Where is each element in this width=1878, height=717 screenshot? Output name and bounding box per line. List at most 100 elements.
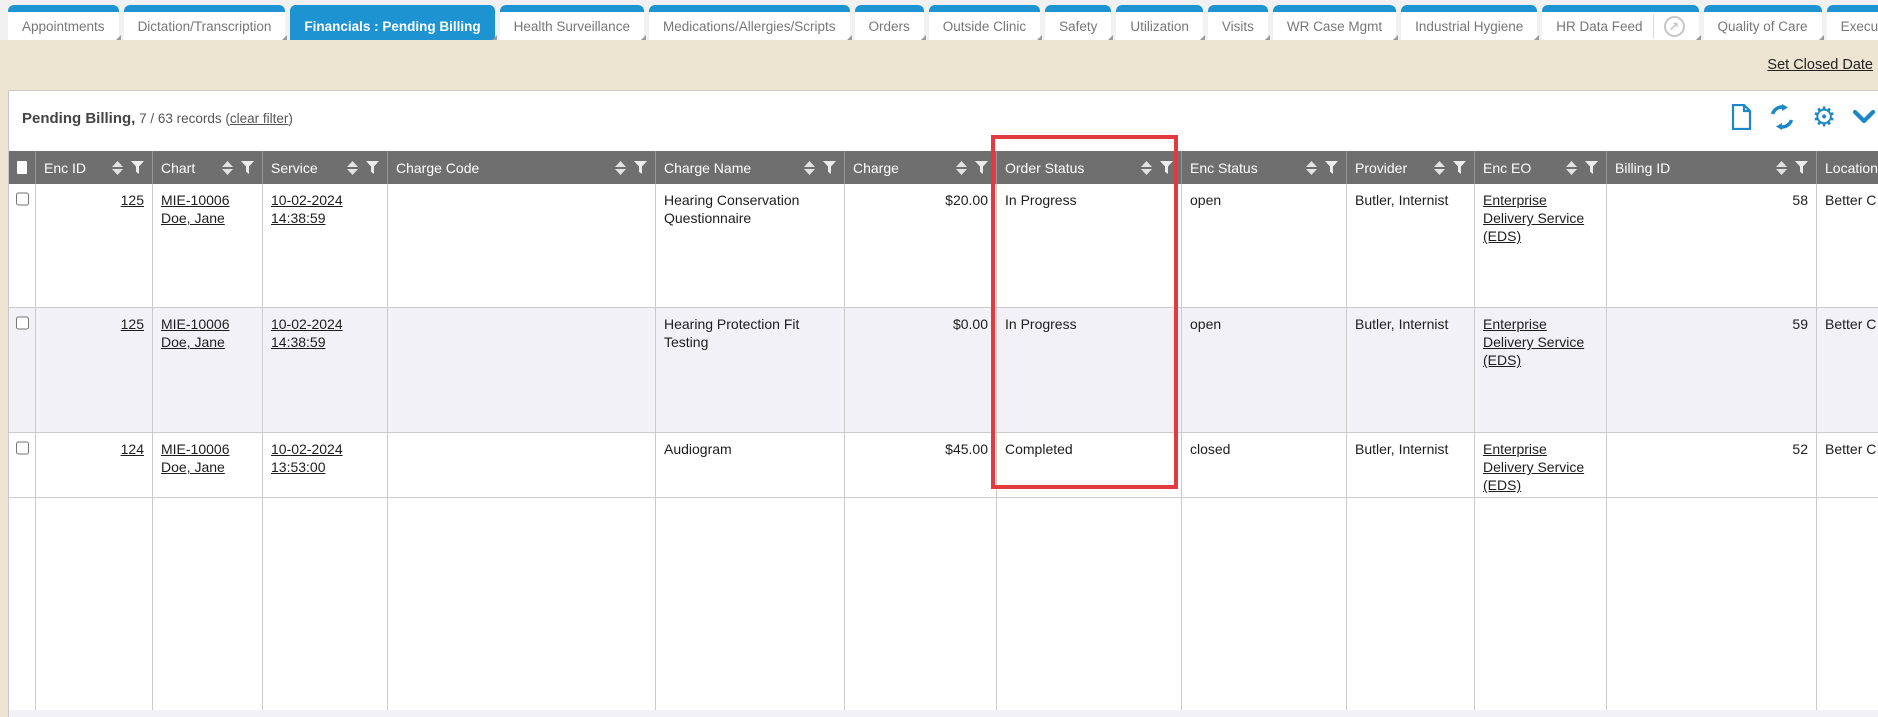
external-link-icon[interactable]: ↗	[1664, 16, 1685, 37]
set-closed-date-link[interactable]: Set Closed Date	[1767, 57, 1873, 73]
cell-charge-code	[388, 184, 656, 307]
enc-id-link[interactable]: 125	[121, 316, 144, 332]
cell-location: Better C	[1817, 184, 1878, 307]
column-header-charge-name[interactable]: Charge Name	[656, 151, 845, 184]
filter-icon[interactable]	[131, 161, 144, 174]
filter-icon[interactable]	[1453, 161, 1466, 174]
cell-enc-eo: Enterprise Delivery Service (EDS)	[1475, 308, 1607, 432]
tab-label: Quality of Care	[1718, 19, 1808, 34]
filter-icon[interactable]	[1325, 161, 1338, 174]
tab-utilization[interactable]: Utilization	[1116, 5, 1203, 40]
cell-charge-code	[388, 433, 656, 497]
cell-provider: Butler, Internist	[1347, 308, 1475, 432]
enc-eo-link[interactable]: Enterprise Delivery Service (EDS)	[1483, 192, 1584, 244]
row-checkbox[interactable]	[16, 192, 29, 206]
refresh-icon[interactable]	[1769, 104, 1795, 130]
sort-icon[interactable]	[804, 161, 815, 175]
tab-hr-data-feed[interactable]: HR Data Feed↗	[1542, 5, 1698, 40]
column-header-enc-eo[interactable]: Enc EO	[1475, 151, 1607, 184]
tab-label: Outside Clinic	[943, 19, 1026, 34]
filter-icon[interactable]	[634, 161, 647, 174]
filter-icon[interactable]	[823, 161, 836, 174]
tab-industrial-hygiene[interactable]: Industrial Hygiene	[1401, 5, 1537, 40]
tab-dictation-transcription[interactable]: Dictation/Transcription	[124, 5, 286, 40]
column-header-charge[interactable]: Charge	[845, 151, 997, 184]
row-checkbox[interactable]	[16, 441, 29, 455]
column-header-provider[interactable]: Provider	[1347, 151, 1475, 184]
column-header-enc-status[interactable]: Enc Status	[1182, 151, 1347, 184]
tab-label: Visits	[1222, 19, 1254, 34]
filter-icon[interactable]	[1795, 161, 1808, 174]
select-all-checkbox[interactable]	[9, 151, 36, 184]
tab-financials-pending-billing[interactable]: Financials : Pending Billing	[290, 5, 494, 40]
service-link[interactable]: 10-02-2024 14:38:59	[271, 192, 343, 226]
records-count: 7 / 63 records (	[139, 111, 230, 126]
sort-icon[interactable]	[222, 161, 233, 175]
column-header-location[interactable]: Location	[1817, 151, 1878, 184]
filter-icon[interactable]	[1160, 161, 1173, 174]
settings-gear-icon[interactable]: ⚙	[1812, 104, 1836, 130]
column-label: Chart	[161, 160, 195, 176]
column-header-charge-code[interactable]: Charge Code	[388, 151, 656, 184]
cell-enc-eo: Enterprise Delivery Service (EDS)	[1475, 184, 1607, 307]
cell-enc-id: 124	[36, 433, 153, 497]
empty-column-area	[153, 498, 263, 710]
tab-appointments[interactable]: Appointments	[8, 5, 119, 40]
tab-executive-dashboard[interactable]: Executive Dashboard	[1827, 5, 1878, 40]
column-header-enc-id[interactable]: Enc ID	[36, 151, 153, 184]
records-count-suffix: )	[288, 111, 293, 126]
tab-wr-case-mgmt[interactable]: WR Case Mgmt	[1273, 5, 1396, 40]
sort-icon[interactable]	[1434, 161, 1445, 175]
sort-icon[interactable]	[1776, 161, 1787, 175]
cell-charge-name: Hearing Protection Fit Testing	[656, 308, 845, 432]
tab-visits[interactable]: Visits	[1208, 5, 1268, 40]
column-header-service[interactable]: Service	[263, 151, 388, 184]
sort-icon[interactable]	[1141, 161, 1152, 175]
tab-label: Dictation/Transcription	[138, 19, 272, 34]
cell-enc-id: 125	[36, 308, 153, 432]
service-link[interactable]: 10-02-2024 13:53:00	[271, 441, 343, 475]
cell-charge-code	[388, 308, 656, 432]
collapse-chevron-icon[interactable]	[1853, 110, 1875, 124]
cell-enc-eo: Enterprise Delivery Service (EDS)	[1475, 433, 1607, 497]
enc-id-link[interactable]: 125	[121, 192, 144, 208]
sort-icon[interactable]	[347, 161, 358, 175]
filter-icon[interactable]	[975, 161, 988, 174]
panel-header: Pending Billing, 7 / 63 records (clear f…	[9, 91, 1878, 151]
tab-health-surveillance[interactable]: Health Surveillance	[500, 5, 644, 40]
sort-icon[interactable]	[1306, 161, 1317, 175]
enc-id-link[interactable]: 124	[121, 441, 144, 457]
enc-eo-link[interactable]: Enterprise Delivery Service (EDS)	[1483, 316, 1584, 368]
column-header-chart[interactable]: Chart	[153, 151, 263, 184]
tab-quality-of-care[interactable]: Quality of Care	[1704, 5, 1822, 40]
chart-link[interactable]: MIE-10006 Doe, Jane	[161, 441, 229, 475]
tab-safety[interactable]: Safety	[1045, 5, 1111, 40]
sort-icon[interactable]	[615, 161, 626, 175]
column-header-order-status[interactable]: Order Status	[997, 151, 1182, 184]
tab-outside-clinic[interactable]: Outside Clinic	[929, 5, 1040, 40]
tab-label: Utilization	[1130, 19, 1189, 34]
row-checkbox[interactable]	[16, 316, 29, 330]
tab-orders[interactable]: Orders	[855, 5, 924, 40]
sort-icon[interactable]	[1566, 161, 1577, 175]
clear-filter-link[interactable]: clear filter	[230, 111, 289, 126]
enc-eo-link[interactable]: Enterprise Delivery Service (EDS)	[1483, 441, 1584, 493]
column-label: Enc EO	[1483, 160, 1531, 176]
sort-icon[interactable]	[956, 161, 967, 175]
module-tab-bar: Appointments Dictation/Transcription Finan…	[0, 0, 1878, 40]
filter-icon[interactable]	[366, 161, 379, 174]
sort-icon[interactable]	[112, 161, 123, 175]
select-all-checkbox-box[interactable]	[17, 161, 27, 174]
filter-icon[interactable]	[1585, 161, 1598, 174]
table-header-row: Enc ID Chart ServiceCharge CodeCharge Name…	[9, 151, 1878, 184]
column-header-billing-id[interactable]: Billing ID	[1607, 151, 1817, 184]
chart-link[interactable]: MIE-10006 Doe, Jane	[161, 192, 229, 226]
tab-medications-allergies-scripts[interactable]: Medications/Allergies/Scripts	[649, 5, 850, 40]
chart-link[interactable]: MIE-10006 Doe, Jane	[161, 316, 229, 350]
filter-icon[interactable]	[241, 161, 254, 174]
empty-column-area	[1817, 498, 1878, 710]
column-label: Charge	[853, 160, 899, 176]
service-link[interactable]: 10-02-2024 14:38:59	[271, 316, 343, 350]
new-document-icon[interactable]	[1731, 104, 1752, 130]
cell-chart: MIE-10006 Doe, Jane	[153, 308, 263, 432]
